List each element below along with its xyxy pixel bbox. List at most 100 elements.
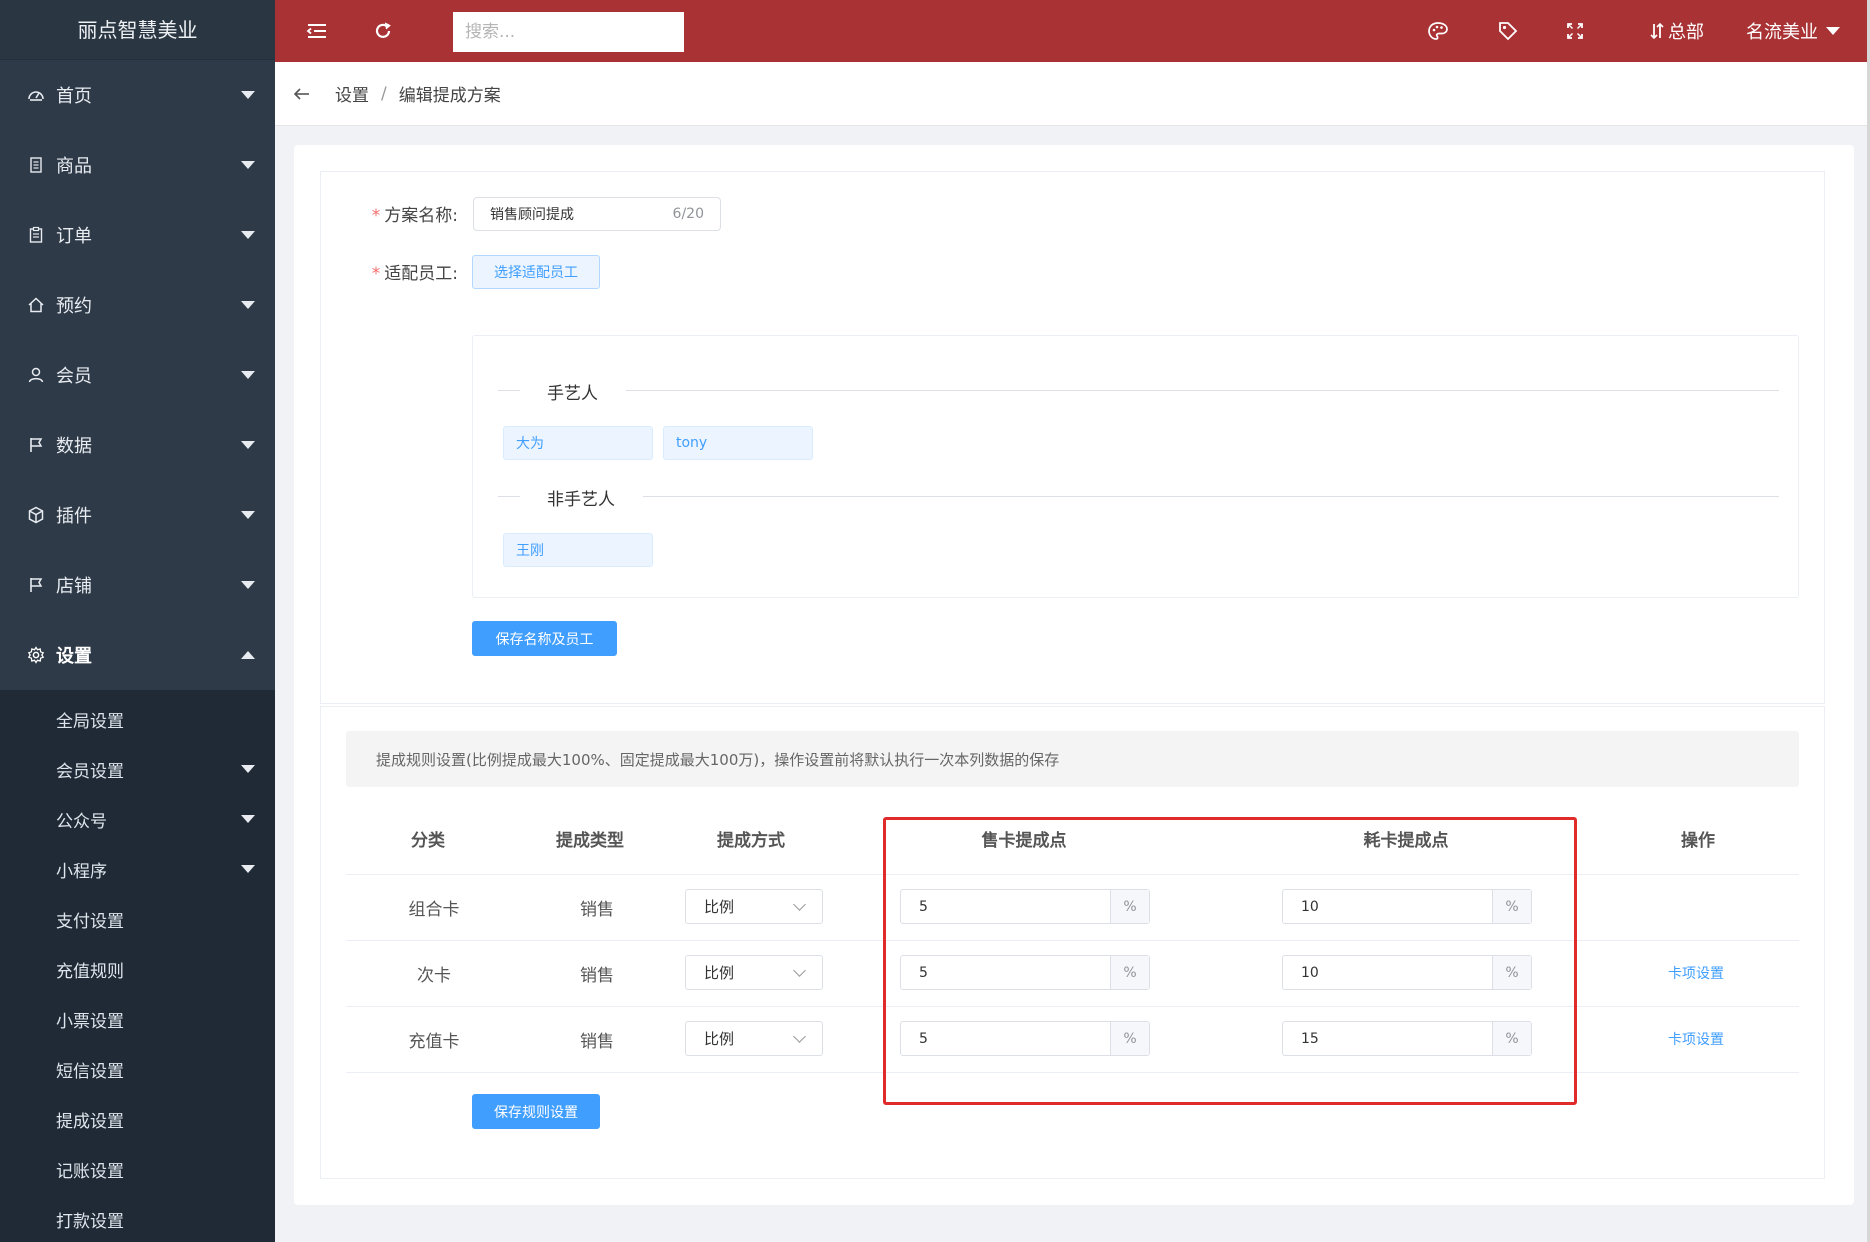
sidebar-item-label: 预约 <box>56 296 92 317</box>
sidebar-item-label: 商品 <box>56 156 92 177</box>
caret-down-icon <box>241 511 255 519</box>
fullscreen-button[interactable] <box>1555 0 1595 62</box>
divider <box>626 390 1779 391</box>
divider <box>498 390 520 391</box>
branch-switch-button[interactable]: 总部 <box>1637 0 1717 62</box>
submenu-item-payout-settings[interactable]: 打款设置 <box>0 1194 275 1242</box>
submenu-item-label: 会员设置 <box>56 761 124 782</box>
submenu-item-label: 全局设置 <box>56 711 124 732</box>
sidebar-item-home[interactable]: 首页 <box>0 60 275 130</box>
sidebar-item-products[interactable]: 商品 <box>0 130 275 200</box>
caret-down-icon <box>241 815 255 823</box>
breadcrumb-separator: / <box>381 83 387 104</box>
fullscreen-icon <box>1567 23 1583 39</box>
switch-icon <box>1650 22 1664 40</box>
document-icon <box>24 153 48 177</box>
cell-type: 销售 <box>580 1032 614 1052</box>
brand-title: 丽点智慧美业 <box>0 0 275 60</box>
chevron-down-icon <box>793 898 806 911</box>
cell-category: 充值卡 <box>408 1032 460 1052</box>
account-menu-button[interactable]: 名流美业 <box>1743 0 1843 62</box>
branch-label: 总部 <box>1668 22 1704 43</box>
submenu-item-accounting-settings[interactable]: 记账设置 <box>0 1144 275 1194</box>
submenu-item-payment-settings[interactable]: 支付设置 <box>0 894 275 944</box>
caret-down-icon <box>241 441 255 449</box>
tag-button[interactable] <box>1488 0 1528 62</box>
card-settings-link[interactable]: 卡项设置 <box>1668 963 1724 983</box>
sidebar-item-settings[interactable]: 设置 <box>0 620 275 690</box>
save-name-staff-button[interactable]: 保存名称及员工 <box>472 621 617 656</box>
char-count: 6/20 <box>672 206 704 222</box>
sidebar-item-orders[interactable]: 订单 <box>0 200 275 270</box>
cell-type: 销售 <box>580 966 614 986</box>
theme-button[interactable] <box>1418 0 1458 62</box>
sidebar-item-store[interactable]: 店铺 <box>0 550 275 620</box>
cell-type: 销售 <box>580 900 614 920</box>
settings-submenu: 全局设置 会员设置 公众号 小程序 支付设置 充值规则 小票设置 短信设置 提成… <box>0 690 275 1242</box>
submenu-item-label: 公众号 <box>56 811 107 832</box>
palette-icon <box>1428 22 1448 40</box>
sidebar-item-data[interactable]: 数据 <box>0 410 275 480</box>
breadcrumb-parent[interactable]: 设置 <box>335 81 369 106</box>
submenu-item-label: 记账设置 <box>56 1161 124 1182</box>
method-select[interactable]: 比例 <box>685 889 823 924</box>
chevron-down-icon <box>793 1030 806 1043</box>
required-mark: * <box>371 264 381 284</box>
submenu-item-mini-program[interactable]: 小程序 <box>0 844 275 894</box>
divider <box>498 496 520 497</box>
caret-down-icon <box>241 231 255 239</box>
scheme-name-label: * 方案名称: <box>340 201 458 226</box>
flag-icon <box>24 433 48 457</box>
sidebar-item-label: 订单 <box>56 226 92 247</box>
user-icon <box>24 363 48 387</box>
caret-down-icon <box>241 865 255 873</box>
cell-category: 组合卡 <box>408 900 460 920</box>
submenu-item-label: 小票设置 <box>56 1011 124 1032</box>
tag-icon <box>1499 22 1518 41</box>
submenu-item-label: 短信设置 <box>56 1061 124 1082</box>
submenu-item-commission-settings[interactable]: 提成设置 <box>0 1094 275 1144</box>
refresh-icon <box>375 22 391 38</box>
staff-label-text: 适配员工: <box>384 264 458 284</box>
sidebar-item-booking[interactable]: 预约 <box>0 270 275 340</box>
staff-tag[interactable]: 大为 <box>503 426 653 460</box>
back-arrow-icon[interactable] <box>293 86 311 102</box>
cell-category: 次卡 <box>417 966 451 986</box>
select-staff-button[interactable]: 选择适配员工 <box>472 255 600 289</box>
top-bar: 总部 名流美业 <box>275 0 1870 62</box>
submenu-item-member-settings[interactable]: 会员设置 <box>0 744 275 794</box>
group-title-non-craftsman: 非手艺人 <box>547 485 615 510</box>
submenu-item-receipt-settings[interactable]: 小票设置 <box>0 994 275 1044</box>
flag-icon <box>24 573 48 597</box>
method-select[interactable]: 比例 <box>685 1021 823 1056</box>
card-settings-link[interactable]: 卡项设置 <box>1668 1029 1724 1049</box>
staff-tag[interactable]: tony <box>663 426 813 460</box>
rules-notice: 提成规则设置(比例提成最大100%、固定提成最大100万)，操作设置前将默认执行… <box>346 731 1799 787</box>
submenu-item-global-settings[interactable]: 全局设置 <box>0 694 275 744</box>
save-rules-button[interactable]: 保存规则设置 <box>472 1094 600 1129</box>
submenu-item-official-account[interactable]: 公众号 <box>0 794 275 844</box>
gear-icon <box>24 643 48 667</box>
submenu-item-recharge-rules[interactable]: 充值规则 <box>0 944 275 994</box>
caret-down-icon <box>241 581 255 589</box>
home-icon <box>24 293 48 317</box>
breadcrumb: 设置 / 编辑提成方案 <box>275 62 1868 126</box>
sidebar-item-plugins[interactable]: 插件 <box>0 480 275 550</box>
refresh-button[interactable] <box>363 0 403 62</box>
required-mark: * <box>371 206 381 226</box>
submenu-item-sms-settings[interactable]: 短信设置 <box>0 1044 275 1094</box>
menu-toggle-button[interactable] <box>297 0 337 62</box>
staff-groups-box: 手艺人 大为 tony 非手艺人 王刚 <box>472 335 1799 598</box>
sidebar-item-members[interactable]: 会员 <box>0 340 275 410</box>
staff-tag[interactable]: 王刚 <box>503 533 653 567</box>
caret-up-icon <box>241 651 255 659</box>
chevron-down-icon <box>793 964 806 977</box>
caret-down-icon <box>241 91 255 99</box>
method-select[interactable]: 比例 <box>685 955 823 990</box>
search-input[interactable] <box>453 12 684 52</box>
caret-down-icon <box>241 371 255 379</box>
caret-down-icon <box>241 765 255 773</box>
scheme-name-input[interactable]: 销售顾问提成 6/20 <box>473 197 721 231</box>
sidebar-item-label: 数据 <box>56 436 92 457</box>
group-title-craftsman: 手艺人 <box>547 379 598 404</box>
